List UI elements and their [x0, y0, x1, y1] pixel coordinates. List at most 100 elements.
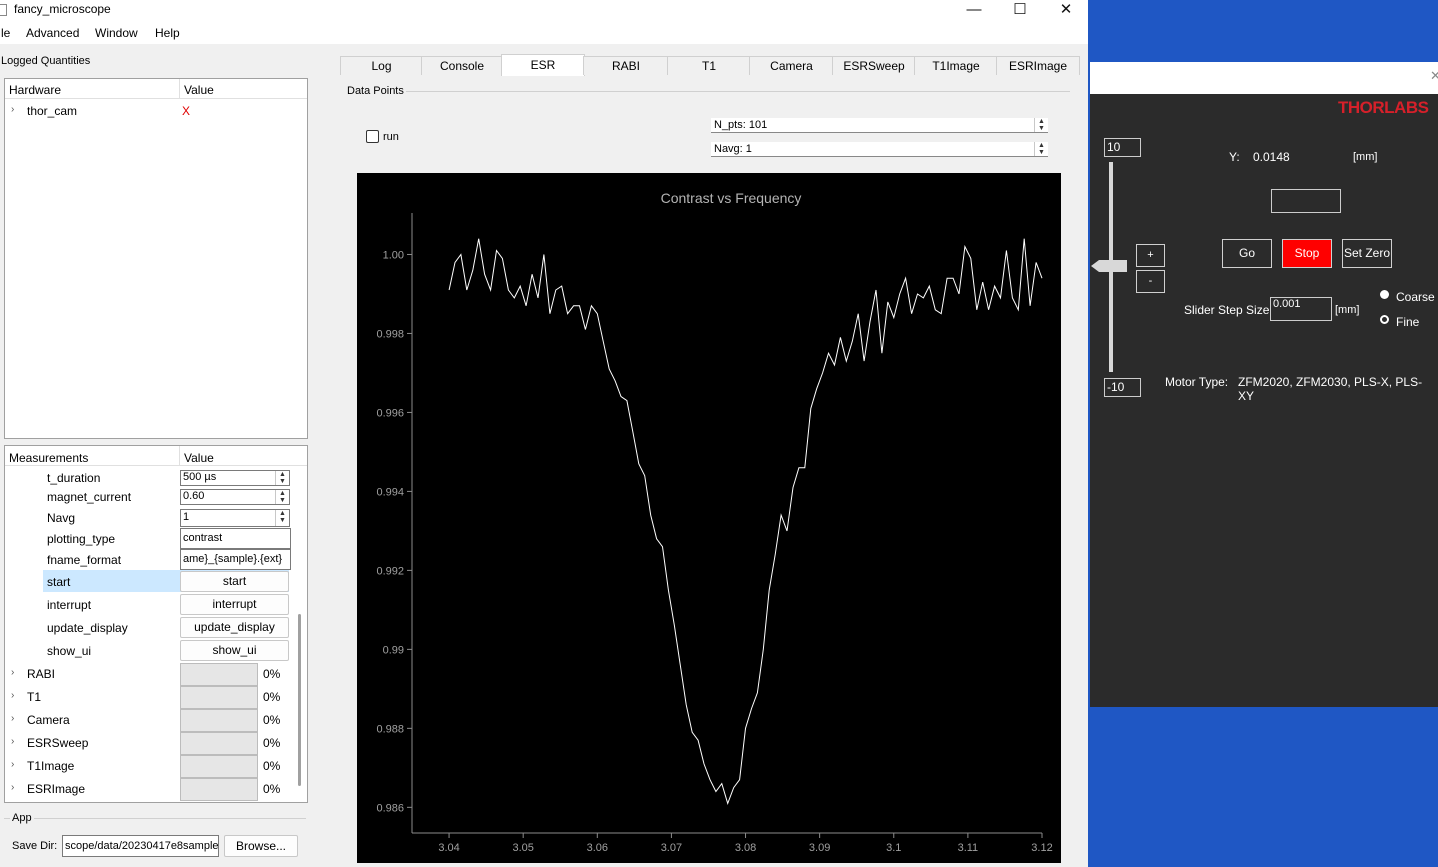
tab-rabi[interactable]: RABI	[583, 56, 669, 75]
slider-min-field[interactable]: -10	[1104, 378, 1141, 397]
measurement-t1image[interactable]: T1Image	[27, 759, 74, 773]
expand-chevron-icon[interactable]: ›	[11, 690, 14, 701]
y-tick-label: 0.994	[376, 486, 404, 498]
tab-log[interactable]: Log	[340, 56, 423, 75]
measurements-tree[interactable]: Measurements Value t_duration 500 µs ▲ ▼ …	[4, 445, 308, 803]
thorlabs-close-icon[interactable]: ✕	[1430, 68, 1438, 84]
coarse-radio[interactable]	[1380, 290, 1389, 299]
menu-file[interactable]: le	[1, 26, 10, 40]
step-size-unit: [mm]	[1335, 304, 1360, 316]
measurement-esrsweep[interactable]: ESRSweep	[27, 736, 88, 750]
tab-t1image[interactable]: T1Image	[914, 56, 998, 75]
step-size-field[interactable]: 0.001	[1270, 297, 1332, 321]
y-tick-label: 0.996	[376, 407, 404, 419]
save-dir-field[interactable]: scope/data/20230417e8sample	[62, 835, 219, 857]
main-window: fancy_microscope — ☐ ✕ le Advanced Windo…	[0, 0, 1088, 867]
npts-spinbox[interactable]: N_pts: 101 ▲ ▼	[711, 118, 1048, 133]
tab-console[interactable]: Console	[421, 56, 503, 75]
plot-title: Contrast vs Frequency	[661, 190, 802, 206]
measurements-header: Measurements Value	[5, 446, 307, 466]
fine-radio[interactable]	[1380, 315, 1389, 324]
tab-esr[interactable]: ESR	[501, 54, 585, 76]
navg-datapoints-value[interactable]: Navg: 1	[714, 143, 752, 155]
navg-datapoints-spinbox[interactable]: Navg: 1 ▲ ▼	[711, 142, 1048, 157]
y-tick-label: 0.99	[383, 644, 404, 656]
set-zero-button[interactable]: Set Zero	[1342, 239, 1392, 268]
step-size-label: Slider Step Size	[1184, 303, 1270, 317]
fine-label: Fine	[1396, 315, 1420, 329]
expand-chevron-icon[interactable]: ›	[11, 667, 14, 678]
navg-spinbox[interactable]: 1 ▲ ▼	[180, 509, 290, 527]
logged-quantities-title: Logged Quantities	[1, 55, 91, 67]
close-button[interactable]: ✕	[1043, 0, 1088, 22]
spin-arrows-icon[interactable]: ▲ ▼	[275, 490, 289, 504]
expand-chevron-icon[interactable]: ›	[11, 736, 14, 747]
minus-button[interactable]: -	[1136, 270, 1165, 293]
magnet-current-spinbox[interactable]: 0.60 ▲ ▼	[180, 489, 290, 505]
measurements-scrollbar[interactable]	[298, 614, 301, 786]
interrupt-button[interactable]: interrupt	[180, 594, 289, 615]
go-button[interactable]: Go	[1222, 239, 1272, 268]
navg-label: Navg	[47, 511, 76, 525]
tab-camera[interactable]: Camera	[749, 56, 834, 75]
measurements-col-header[interactable]: Measurements	[9, 451, 88, 465]
coarse-label: Coarse	[1396, 290, 1435, 304]
y-tick-label: 1.00	[383, 249, 404, 261]
hardware-tree[interactable]: Hardware Value › thor_cam X	[4, 78, 308, 439]
plotting-type-label: plotting_type	[47, 532, 116, 546]
minimize-button[interactable]: —	[951, 0, 997, 22]
run-checkbox[interactable]	[366, 130, 379, 143]
y-label: Y:	[1229, 150, 1240, 164]
hardware-item-name[interactable]: thor_cam	[27, 104, 77, 118]
navg-value[interactable]: 1	[183, 511, 189, 523]
spin-arrows-icon[interactable]: ▲ ▼	[275, 471, 289, 485]
progress-bar	[180, 778, 258, 801]
position-slider-handle[interactable]	[1091, 260, 1127, 272]
update-display-label: update_display	[47, 621, 128, 635]
value-col-header[interactable]: Value	[184, 83, 214, 97]
update-display-button[interactable]: update_display	[180, 617, 289, 638]
hardware-col-header[interactable]: Hardware	[9, 83, 61, 97]
measurement-camera[interactable]: Camera	[27, 713, 70, 727]
measurement-rabi[interactable]: RABI	[27, 667, 55, 681]
menu-advanced[interactable]: Advanced	[26, 26, 79, 40]
plotting-type-field[interactable]: contrast	[180, 528, 291, 549]
expand-chevron-icon[interactable]: ›	[11, 759, 14, 770]
fname-format-field[interactable]: ame}_{sample}.{ext}	[180, 549, 291, 570]
x-tick-label: 3.08	[735, 842, 756, 854]
menu-window[interactable]: Window	[95, 26, 138, 40]
show-ui-button[interactable]: show_ui	[180, 640, 289, 661]
stop-button[interactable]: Stop	[1282, 239, 1332, 268]
slider-max-field[interactable]: 10	[1104, 138, 1141, 157]
magnet-current-value[interactable]: 0.60	[183, 490, 204, 502]
value-col-header[interactable]: Value	[184, 451, 214, 465]
y-tick-label: 0.992	[376, 565, 404, 577]
tab-esrimage[interactable]: ESRImage	[996, 56, 1080, 75]
maximize-button[interactable]: ☐	[997, 0, 1043, 22]
expand-chevron-icon[interactable]: ›	[11, 104, 14, 115]
progress-bar	[180, 732, 258, 755]
browse-button[interactable]: Browse...	[224, 835, 298, 857]
spin-arrows-icon[interactable]: ▲ ▼	[1034, 118, 1048, 132]
menu-help[interactable]: Help	[155, 26, 180, 40]
measurement-t1[interactable]: T1	[27, 690, 41, 704]
title-bar: fancy_microscope — ☐ ✕	[0, 0, 1088, 22]
x-tick-label: 3.1	[886, 842, 901, 854]
t-duration-value[interactable]: 500 µs	[183, 471, 216, 483]
spin-arrows-icon[interactable]: ▲ ▼	[275, 510, 289, 526]
app-group-title: App	[10, 812, 34, 824]
npts-value[interactable]: N_pts: 101	[714, 119, 767, 131]
spin-arrows-icon[interactable]: ▲ ▼	[1034, 142, 1048, 156]
measurement-esrimage[interactable]: ESRImage	[27, 782, 85, 796]
t-duration-spinbox[interactable]: 500 µs ▲ ▼	[180, 470, 290, 486]
expand-chevron-icon[interactable]: ›	[11, 713, 14, 724]
position-input[interactable]	[1271, 189, 1341, 213]
tab-t1[interactable]: T1	[667, 56, 751, 75]
progress-percent: 0%	[263, 713, 281, 727]
expand-chevron-icon[interactable]: ›	[11, 782, 14, 793]
plus-button[interactable]: +	[1136, 244, 1165, 267]
magnet-current-label: magnet_current	[47, 490, 132, 504]
tab-esrsweep[interactable]: ESRSweep	[832, 56, 916, 75]
esr-plot[interactable]: Contrast vs Frequency 1.00 0.998 0.996 0.99…	[357, 173, 1061, 863]
start-button[interactable]: start	[180, 571, 289, 592]
